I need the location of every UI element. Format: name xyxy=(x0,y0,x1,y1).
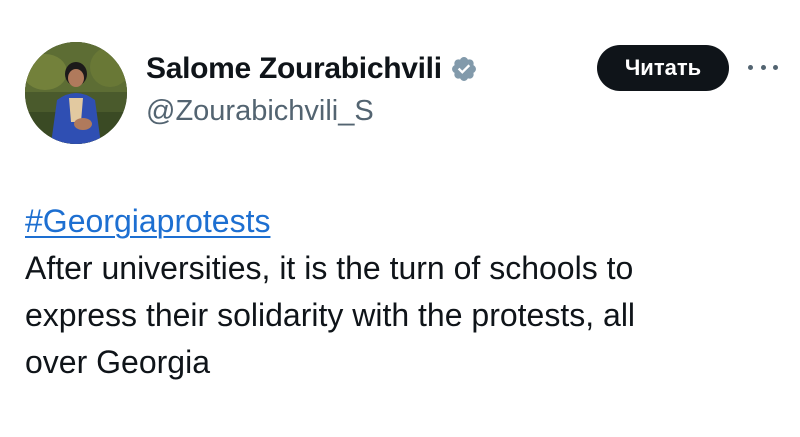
tweet-text-line: over Georgia xyxy=(25,344,210,380)
verified-badge-icon[interactable] xyxy=(450,55,478,83)
profile-photo-icon xyxy=(25,42,127,144)
tweet-text-line: After universities, it is the turn of sc… xyxy=(25,250,634,286)
more-dot xyxy=(760,64,766,70)
more-dot xyxy=(748,64,753,70)
tweet-card: Salome Zourabichvili @Zourabichvili_S Чи… xyxy=(0,0,800,437)
tweet-text: #Georgiaprotests After universities, it … xyxy=(25,198,785,386)
author-handle[interactable]: @Zourabichvili_S xyxy=(146,95,374,128)
follow-button[interactable]: Читать xyxy=(597,45,729,91)
more-options-icon[interactable] xyxy=(748,54,778,80)
more-dot xyxy=(773,64,778,70)
avatar[interactable] xyxy=(25,42,127,144)
hashtag-link[interactable]: #Georgiaprotests xyxy=(25,198,270,245)
author-display-name[interactable]: Salome Zourabichvili xyxy=(146,52,442,86)
tweet-text-line: express their solidarity with the protes… xyxy=(25,297,636,333)
author-name-row: Salome Zourabichvili xyxy=(146,50,478,88)
